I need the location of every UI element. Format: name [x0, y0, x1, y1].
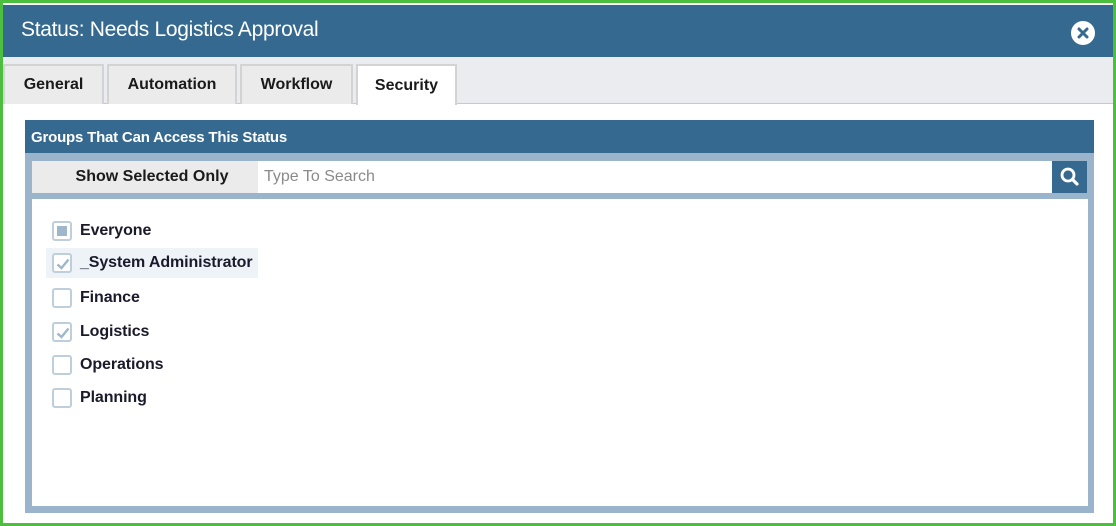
checkbox-unchecked[interactable]: [52, 355, 72, 375]
show-selected-only-button[interactable]: Show Selected Only: [32, 161, 272, 193]
panel-header: Groups That Can Access This Status: [25, 120, 1094, 153]
dialog-titlebar: Status: Needs Logistics Approval: [3, 5, 1113, 57]
group-item-finance[interactable]: Finance: [46, 283, 146, 313]
tab-workflow[interactable]: Workflow: [240, 64, 353, 104]
tab-automation[interactable]: Automation: [107, 64, 237, 104]
checkmark-icon: [56, 327, 70, 339]
group-label: Logistics: [80, 323, 150, 340]
search-input[interactable]: [258, 161, 1052, 193]
groups-list: Everyone _System Administrator Finance L…: [32, 199, 1088, 506]
group-item-logistics[interactable]: Logistics: [46, 317, 155, 347]
group-item-planning[interactable]: Planning: [46, 383, 153, 413]
group-label: Finance: [80, 289, 140, 306]
group-item-system-administrator[interactable]: _System Administrator: [46, 248, 259, 278]
tab-security[interactable]: Security: [356, 64, 457, 105]
search-icon: [1060, 167, 1079, 186]
dialog-frame: Status: Needs Logistics Approval General…: [0, 0, 1116, 526]
checkbox-checked[interactable]: [52, 253, 72, 273]
checkbox-partial[interactable]: [52, 221, 72, 241]
checkbox-checked[interactable]: [52, 322, 72, 342]
groups-panel: Groups That Can Access This Status Show …: [25, 120, 1094, 513]
checkmark-icon: [56, 258, 70, 270]
group-item-operations[interactable]: Operations: [46, 350, 169, 380]
search-button[interactable]: [1052, 161, 1087, 193]
group-label: Everyone: [80, 222, 152, 239]
checkbox-unchecked[interactable]: [52, 288, 72, 308]
close-button[interactable]: [1071, 21, 1095, 45]
group-label: Operations: [80, 356, 164, 373]
close-icon: [1077, 27, 1089, 39]
tab-bar: General Automation Workflow Security: [3, 57, 1113, 105]
dialog-title: Status: Needs Logistics Approval: [21, 18, 319, 41]
checkbox-unchecked[interactable]: [52, 388, 72, 408]
group-label: Planning: [80, 389, 147, 406]
group-label: _System Administrator: [80, 254, 253, 271]
group-item-everyone[interactable]: Everyone: [46, 216, 157, 246]
tab-general[interactable]: General: [3, 64, 104, 104]
